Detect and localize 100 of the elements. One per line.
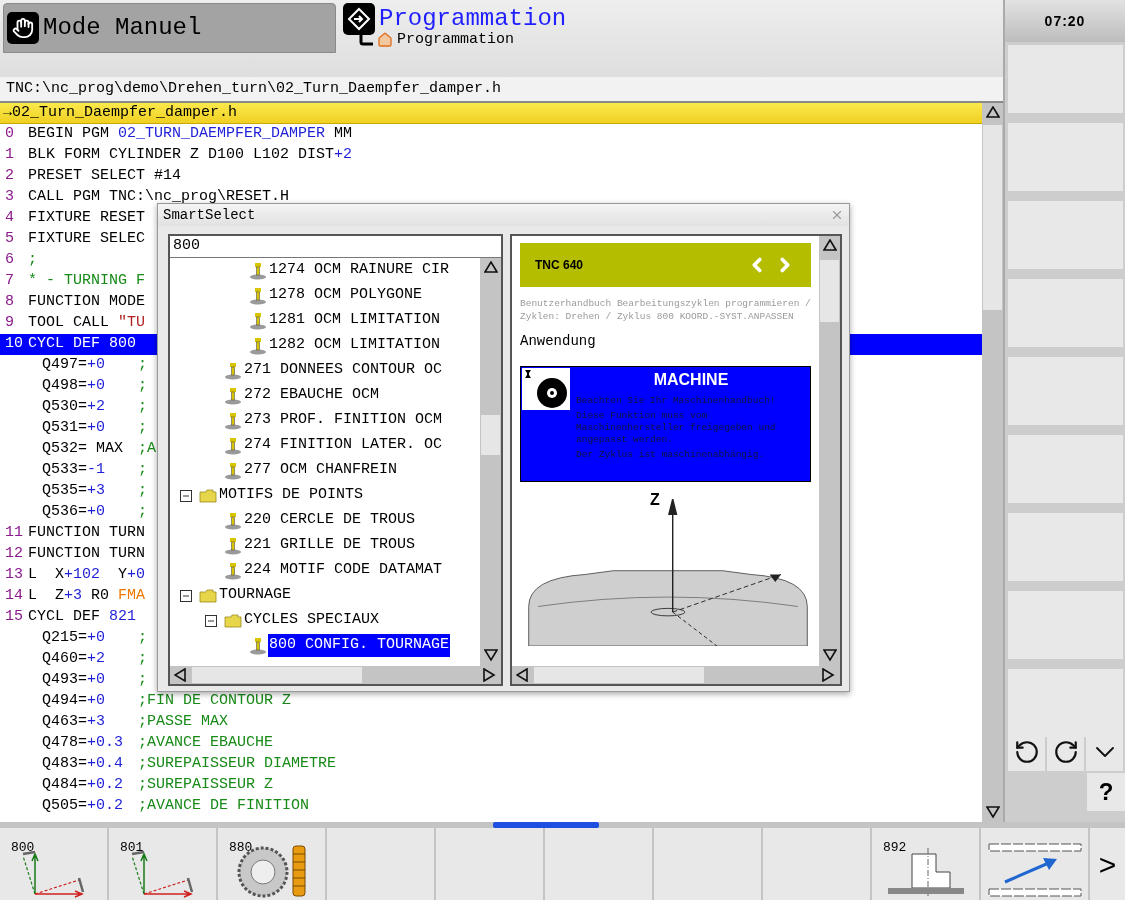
code-line[interactable]: 0 BEGIN PGM 02_TURN_DAEMPFER_DAMPER MM xyxy=(0,124,982,145)
code-comment: ;FIN DE CONTOUR Z xyxy=(138,691,292,712)
softkey[interactable]: 800 xyxy=(0,828,107,900)
collapse-icon[interactable] xyxy=(180,489,192,502)
scrollbar[interactable] xyxy=(512,666,840,684)
tree-item[interactable]: 273 PROF. FINITION OCM xyxy=(243,409,444,432)
code-comment: ; xyxy=(138,481,147,502)
close-icon[interactable] xyxy=(830,208,844,222)
scroll-left-icon[interactable] xyxy=(516,668,530,682)
scroll-down-icon[interactable] xyxy=(822,649,837,663)
clock: 07:20 xyxy=(1044,11,1086,31)
scroll-thumb[interactable] xyxy=(192,667,362,683)
hand-icon xyxy=(7,12,39,44)
scrollbar[interactable] xyxy=(982,103,1003,823)
cycle-icon xyxy=(224,361,242,380)
mode-tab[interactable]: Mode Manuel xyxy=(3,3,336,53)
code-text: Q460=+2 xyxy=(42,649,107,670)
mode-tab[interactable]: Programmation Programmation xyxy=(340,3,567,55)
file-tab[interactable]: →02_Turn_Daempfer_damper.h xyxy=(0,103,982,124)
tree-item[interactable]: 1281 OCM LIMITATION xyxy=(268,309,442,332)
tree-item[interactable]: 800 CONFIG. TOURNAGE xyxy=(268,634,451,657)
tree-item[interactable]: 274 FINITION LATER. OC xyxy=(243,434,444,457)
code-line[interactable]: Q505=+0.2 ;AVANCE DE FINITION xyxy=(0,796,982,817)
scroll-up-icon[interactable] xyxy=(985,106,1000,120)
code-comment: ; xyxy=(138,418,147,439)
code-line[interactable]: 1 BLK FORM CYLINDER Z D100 L102 DIST+2 xyxy=(0,145,982,166)
code-text: Q483=+0.4 xyxy=(42,754,125,775)
cycle-icon xyxy=(249,636,267,655)
connector-line xyxy=(359,34,373,47)
line-number: 8 xyxy=(4,292,15,313)
tree-item[interactable]: 221 GRILLE DE TROUS xyxy=(243,534,417,557)
tree-item[interactable]: 271 DONNEES CONTOUR OC xyxy=(243,359,444,382)
line-number: 10 xyxy=(4,334,24,355)
code-text: CYCL DEF 800 xyxy=(28,334,137,355)
code-text: Q531=+0 xyxy=(42,418,107,439)
next-softkeys-button[interactable]: > xyxy=(1090,828,1125,900)
softkey[interactable]: 892 xyxy=(872,828,979,900)
line-number: 3 xyxy=(4,187,15,208)
help-button[interactable]: ? xyxy=(1087,773,1125,811)
code-comment: ;AVANCE EBAUCHE xyxy=(138,733,274,754)
scroll-down-icon[interactable] xyxy=(483,649,498,663)
tree-item[interactable]: CYCLES SPECIAUX xyxy=(243,609,381,632)
scroll-down-icon[interactable] xyxy=(985,806,1000,820)
notice-title: MACHINE xyxy=(652,370,730,390)
mode-subtitle: Programmation xyxy=(397,30,515,50)
collapse-icon[interactable] xyxy=(205,614,217,627)
code-text: FIXTURE RESET xyxy=(28,208,146,229)
line-number: 14 xyxy=(4,586,24,607)
line-number: 2 xyxy=(4,166,15,187)
code-line[interactable]: Q484=+0.2 ;SUREPAISSEUR Z xyxy=(0,775,982,796)
softkey[interactable]: 880 xyxy=(218,828,325,900)
code-text: Q497=+0 xyxy=(42,355,107,376)
line-number: 12 xyxy=(4,544,24,565)
code-line[interactable]: Q494=+0 ;FIN DE CONTOUR Z xyxy=(0,691,982,712)
cycle-icon xyxy=(224,461,242,480)
line-number: 0 xyxy=(4,124,15,145)
tree-item[interactable]: 224 MOTIF CODE DATAMAT xyxy=(243,559,444,582)
scroll-thumb[interactable] xyxy=(481,415,500,455)
tree-item[interactable]: 220 CERCLE DE TROUS xyxy=(243,509,417,532)
tree-item[interactable]: MOTIFS DE POINTS xyxy=(218,484,365,507)
tree-item[interactable]: TOURNAGE xyxy=(218,584,292,607)
tree-item[interactable]: 277 OCM CHANFREIN xyxy=(243,459,399,482)
scroll-up-icon[interactable] xyxy=(822,239,837,253)
softkey[interactable] xyxy=(981,828,1088,900)
code-comment: ; xyxy=(138,355,147,376)
scroll-left-icon[interactable] xyxy=(174,668,188,682)
scrollbar[interactable] xyxy=(170,666,501,684)
code-line[interactable]: Q463=+3 ;PASSE MAX xyxy=(0,712,982,733)
tree-item[interactable]: 1278 OCM POLYGONE xyxy=(268,284,424,307)
code-comment: ; xyxy=(138,649,147,670)
line-number: 13 xyxy=(4,565,24,586)
scroll-thumb[interactable] xyxy=(534,667,704,683)
code-line[interactable]: Q478=+0.3 ;AVANCE EBAUCHE xyxy=(0,733,982,754)
folder-icon xyxy=(199,588,217,603)
code-line[interactable]: 2 PRESET SELECT #14 xyxy=(0,166,982,187)
file-path: TNC:\nc_prog\demo\Drehen_turn\02_Turn_Daempfer_damper.h xyxy=(6,78,502,99)
scroll-right-icon[interactable] xyxy=(483,668,497,682)
search-field[interactable]: 800 xyxy=(170,236,501,258)
scroll-right-icon[interactable] xyxy=(822,668,836,682)
cycle-icon xyxy=(224,536,242,555)
tree-item[interactable]: 1282 OCM LIMITATION xyxy=(268,334,442,357)
code-text: Q532= MAX xyxy=(42,439,124,460)
cycle-icon xyxy=(224,436,242,455)
notice-text: Diese Funktion muss vom Maschinenhersteller freigegeben und angepasst werden. xyxy=(576,410,777,446)
scrollbar[interactable] xyxy=(819,236,840,666)
line-number: 15 xyxy=(4,607,24,628)
code-line[interactable]: Q483=+0.4 ;SUREPAISSEUR DIAMETRE xyxy=(0,754,982,775)
collapse-icon[interactable] xyxy=(180,589,192,602)
tree-item[interactable]: 272 EBAUCHE OCM xyxy=(243,384,381,407)
axis-label: Z xyxy=(650,490,660,510)
line-number: 1 xyxy=(4,145,15,166)
scroll-up-icon[interactable] xyxy=(483,261,498,275)
scrollbar[interactable] xyxy=(480,258,501,666)
cycle-icon xyxy=(224,561,242,580)
softkey[interactable]: 801 xyxy=(109,828,216,900)
house-icon xyxy=(377,32,393,49)
scroll-thumb[interactable] xyxy=(820,260,839,322)
code-comment: ; xyxy=(138,397,147,418)
tree-item[interactable]: 1274 OCM RAINURE CIR xyxy=(268,259,451,282)
scroll-thumb[interactable] xyxy=(983,125,1002,310)
